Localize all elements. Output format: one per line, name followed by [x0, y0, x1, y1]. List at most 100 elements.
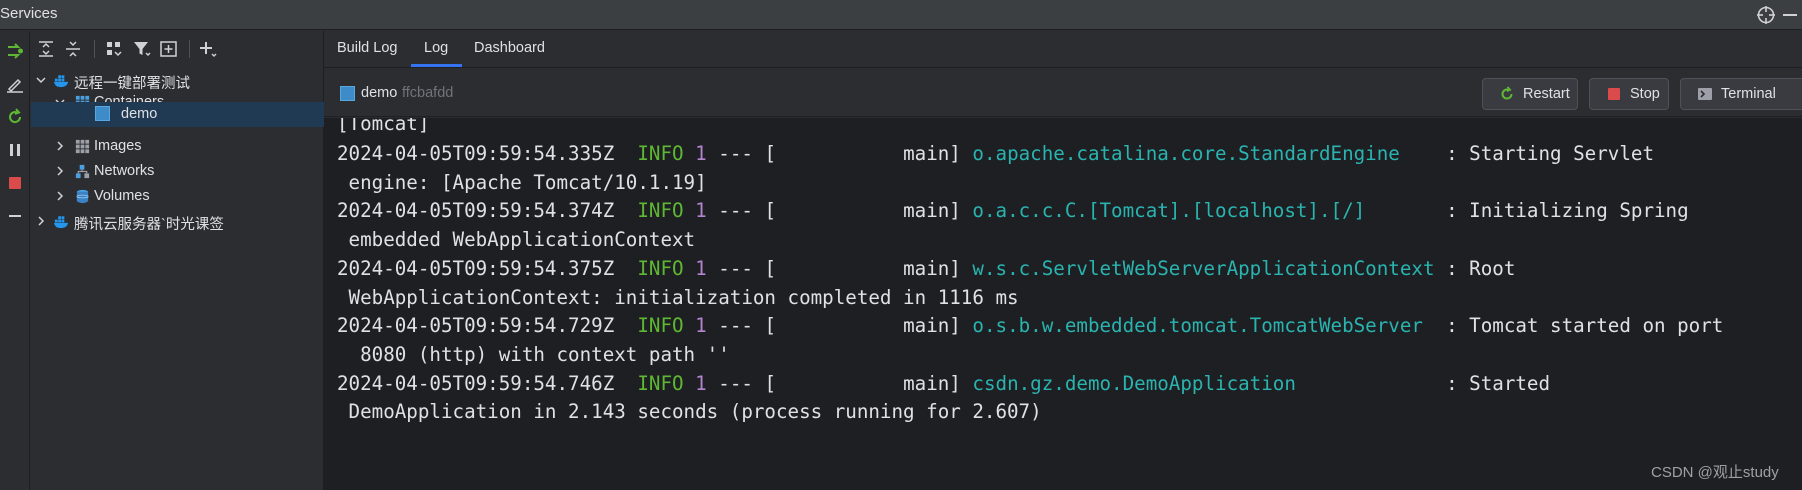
new-tab-icon[interactable] [158, 38, 180, 60]
log-continuation: engine: [Apache Tomcat/10.1.19] [337, 170, 707, 194]
tree-item-label: Networks [94, 163, 155, 179]
restart-label: Restart [1523, 86, 1570, 102]
services-actions-bar [0, 31, 30, 490]
log-timestamp: 2024-04-05T09:59:54.375Z [337, 256, 615, 280]
chevron-right-icon[interactable] [35, 215, 47, 227]
tab-log[interactable]: Log [424, 40, 448, 56]
chevron-down-icon[interactable] [35, 74, 47, 86]
restart-icon [1501, 86, 1513, 100]
filter-icon[interactable] [131, 38, 153, 60]
log-logger: o.a.c.c.C.[Tomcat].[localhost].[/] [972, 199, 1435, 223]
log-level: INFO [637, 256, 684, 280]
log-timestamp: 2024-04-05T09:59:54.335Z [337, 142, 615, 165]
terminal-label: Terminal [1721, 86, 1776, 102]
log-continuation: WebApplicationContext: initialization co… [337, 285, 1019, 309]
deploy-icon[interactable] [5, 41, 25, 61]
restart-icon[interactable] [5, 107, 25, 127]
stop-label: Stop [1630, 86, 1660, 102]
log-timestamp: 2024-04-05T09:59:54.746Z [337, 371, 615, 395]
title-bar: Services [0, 0, 1802, 30]
log-continuation: embedded WebApplicationContext [337, 228, 696, 252]
restart-button[interactable]: Restart [1482, 78, 1578, 110]
log-level: INFO [637, 199, 684, 223]
tree-item-volumes[interactable]: Volumes [31, 184, 324, 209]
collapse-all-icon[interactable] [62, 38, 84, 60]
networks-icon [75, 164, 90, 179]
log-logger: w.s.c.ServletWebServerApplicationContext [972, 256, 1435, 280]
tab-build-log[interactable]: Build Log [337, 40, 397, 56]
tree-item-images[interactable]: Images [31, 134, 324, 159]
crosshair-icon[interactable] [1756, 5, 1776, 25]
stop-icon [1608, 88, 1620, 100]
log-message: : Initializing Spring [1446, 199, 1689, 223]
log-continuation: DemoApplication in 2.143 seconds (proces… [337, 400, 1042, 424]
log-message: : Started [1446, 371, 1551, 395]
tree-item-label: 腾讯云服务器`时光课签 [74, 217, 224, 233]
log-logger: o.s.b.w.embedded.tomcat.TomcatWebServer [972, 314, 1435, 338]
tree-item-demo-selected[interactable]: demo [31, 102, 324, 127]
log-message: : Starting Servlet [1446, 142, 1654, 165]
log-pid: 1 [695, 371, 707, 395]
tree-item-label: Images [94, 138, 142, 154]
log-message: : Root [1446, 256, 1516, 280]
minimize-icon[interactable] [1783, 14, 1797, 16]
log-continuation: 8080 (http) with context path '' [337, 342, 730, 366]
container-icon [95, 106, 110, 121]
service-details-panel: Build Log Log Dashboard demo ffcbafdd Re… [324, 31, 1802, 490]
log-line: 2024-04-05T09:59:54.335Z INFO 1 --- [ ma… [337, 142, 1654, 165]
log-level: INFO [637, 314, 684, 338]
log-console[interactable]: [Tomcat] 2024-04-05T09:59:54.335Z INFO 1… [324, 118, 1802, 490]
log-logger: csdn.gz.demo.DemoApplication [972, 371, 1435, 395]
container-header: demo ffcbafdd Restart Stop Terminal [324, 69, 1802, 117]
log-message: : Tomcat started on port [1446, 314, 1724, 338]
log-pid: 1 [695, 314, 707, 338]
tree-item-label: demo [121, 106, 158, 122]
log-pid: 1 [695, 256, 707, 280]
log-thread: --- [ main] [718, 371, 961, 395]
log-timestamp: 2024-04-05T09:59:54.729Z [337, 314, 615, 338]
remove-icon[interactable] [5, 206, 25, 226]
images-icon [75, 139, 90, 154]
log-partial-line: [Tomcat] [337, 118, 430, 135]
volumes-icon [76, 189, 89, 204]
log-thread: --- [ main] [718, 199, 961, 223]
log-thread: --- [ main] [718, 142, 961, 165]
chevron-right-icon[interactable] [54, 190, 66, 202]
toolbar-divider [94, 40, 95, 58]
container-id: ffcbafdd [402, 85, 454, 101]
log-thread: --- [ main] [718, 314, 961, 338]
log-pid: 1 [695, 199, 707, 223]
log-level: INFO [637, 142, 684, 165]
stop-icon[interactable] [5, 173, 25, 193]
terminal-button[interactable]: Terminal [1680, 78, 1802, 110]
expand-all-icon[interactable] [35, 38, 57, 60]
active-tab-indicator [411, 64, 462, 67]
edit-icon[interactable] [5, 74, 25, 94]
services-tree-panel: 远程一键部署测试 Containers demo Images [31, 31, 324, 490]
docker-icon [53, 216, 69, 229]
log-thread: --- [ main] [718, 256, 961, 280]
chevron-right-icon[interactable] [54, 165, 66, 177]
watermark: CSDN @观止study [1651, 464, 1779, 481]
log-line: 2024-04-05T09:59:54.746Z INFO 1 --- [ ma… [337, 372, 1550, 395]
log-timestamp: 2024-04-05T09:59:54.374Z [337, 199, 615, 223]
log-level: INFO [637, 371, 684, 395]
group-by-icon[interactable] [103, 38, 125, 60]
tree-item-label: Volumes [94, 188, 150, 204]
tab-dashboard[interactable]: Dashboard [474, 40, 545, 56]
chevron-right-icon[interactable] [54, 140, 66, 152]
tree-item-tencent-cloud[interactable]: 腾讯云服务器`时光课签 [31, 209, 324, 234]
log-line: 2024-04-05T09:59:54.375Z INFO 1 --- [ ma… [337, 257, 1515, 280]
tree-item-networks[interactable]: Networks [31, 159, 324, 184]
docker-icon [53, 75, 69, 88]
stop-button[interactable]: Stop [1589, 78, 1669, 110]
log-logger: o.apache.catalina.core.StandardEngine [972, 142, 1435, 165]
add-service-icon[interactable] [197, 38, 219, 60]
terminal-icon [1698, 88, 1712, 100]
pause-icon[interactable] [5, 140, 25, 160]
container-name: demo [361, 85, 398, 101]
container-icon [340, 86, 355, 101]
log-pid: 1 [695, 142, 707, 165]
log-line: 2024-04-05T09:59:54.729Z INFO 1 --- [ ma… [337, 314, 1723, 337]
tab-bar: Build Log Log Dashboard [324, 31, 1802, 68]
